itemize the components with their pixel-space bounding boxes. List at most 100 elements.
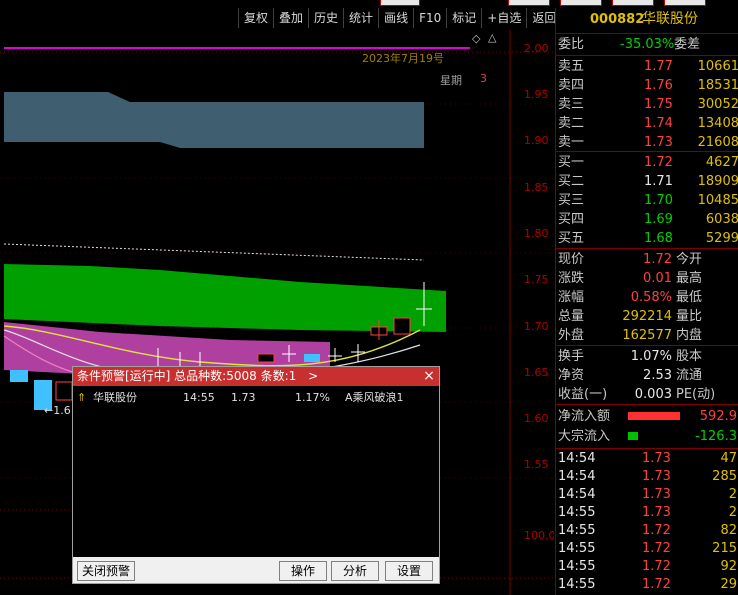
- dialog-title-arrow[interactable]: >: [308, 369, 318, 383]
- dialog-title: 条件预警[运行中] 总品种数:5008 条数:1: [77, 369, 297, 383]
- tick-volume: 92: [720, 559, 737, 574]
- tick-time: 14:55: [558, 541, 596, 556]
- bid-volume: 4627: [705, 155, 738, 170]
- stat-row: 外盘 162577 内盘: [556, 326, 738, 345]
- ask-volume: 21608: [697, 135, 738, 150]
- alert-time: 14:55: [183, 391, 215, 404]
- ask-price: 1.74: [644, 116, 673, 131]
- net-inflow-row: 净流入额 592.9: [556, 407, 738, 426]
- block-inflow-label: 大宗流入: [558, 429, 611, 444]
- alert-dialog: 条件预警[运行中] 总品种数:5008 条数:1 > × ⇑ 华联股份 14:5…: [72, 366, 440, 584]
- net-inflow-value: 592.9: [699, 409, 737, 424]
- stat-value: 1.72: [643, 252, 672, 267]
- toolbar-f10[interactable]: F10: [413, 8, 446, 28]
- toolbar-mark[interactable]: 标记: [446, 8, 481, 28]
- y-tick-label: 2.00: [524, 42, 549, 55]
- tick-volume: 215: [712, 541, 737, 556]
- ask-price: 1.77: [644, 59, 673, 74]
- tick-volume: 29: [720, 577, 737, 592]
- tick-time: 14:54: [558, 487, 596, 502]
- green-band: [4, 264, 446, 332]
- ask-label: 卖二: [558, 116, 585, 131]
- candle: [393, 317, 411, 335]
- lower-y-tick-label: 100.0: [524, 529, 554, 542]
- toolbar-overlay[interactable]: 叠加: [273, 8, 308, 28]
- ask-row: 卖二 1.74 13408: [556, 114, 738, 133]
- tick-row: 14:54 1.73 47: [556, 450, 738, 468]
- top-strip: [0, 0, 738, 8]
- triangle-up-icon[interactable]: △: [488, 31, 496, 44]
- bid-label: 买五: [558, 231, 585, 246]
- toolbar-statistics[interactable]: 统计: [343, 8, 378, 28]
- bid-price: 1.69: [644, 212, 673, 227]
- stat-label: 外盘: [558, 328, 585, 343]
- bid-price: 1.68: [644, 231, 673, 246]
- stat2-label-2: PE(动): [676, 387, 716, 402]
- close-alert-button[interactable]: 关闭预警: [77, 561, 135, 581]
- stat-label: 涨幅: [558, 290, 585, 305]
- alert-pct: 1.17%: [295, 391, 330, 404]
- ask-volume: 10661: [697, 59, 738, 74]
- y-tick-label: 1.75: [524, 273, 549, 286]
- ask-row: 卖五 1.77 10661: [556, 57, 738, 76]
- alert-row[interactable]: ⇑ 华联股份 14:55 1.73 1.17% A乘风破浪1: [73, 389, 439, 407]
- tick-row: 14:54 1.73 285: [556, 468, 738, 486]
- tick-row: 14:55 1.72 92: [556, 558, 738, 576]
- ask-label: 卖一: [558, 135, 585, 150]
- stat-label-2: 量比: [676, 309, 703, 324]
- toolbar-draw-line[interactable]: 画线: [378, 8, 413, 28]
- y-tick-label: 1.70: [524, 320, 549, 333]
- top-stub-3: [560, 0, 602, 6]
- resistance-band: [4, 92, 424, 148]
- toolbar-history[interactable]: 历史: [308, 8, 343, 28]
- stat2-value: 2.53: [643, 368, 672, 383]
- top-stub-4: [612, 0, 654, 6]
- dashed-ma-line: [3, 243, 425, 261]
- tick-time: 14:54: [558, 469, 596, 484]
- close-icon[interactable]: ×: [422, 369, 436, 383]
- y-tick-label: 1.80: [524, 227, 549, 240]
- alert-price: 1.73: [231, 391, 256, 404]
- tick-volume: 82: [720, 523, 737, 538]
- tick-row: 14:55 1.73 2: [556, 504, 738, 522]
- net-inflow-bar: [628, 412, 680, 420]
- ask-price: 1.75: [644, 97, 673, 112]
- toolbar-add-watchlist[interactable]: +自选: [481, 8, 526, 28]
- ask-row: 卖一 1.73 21608: [556, 133, 738, 152]
- stat-label-2: 最低: [676, 290, 703, 305]
- y-tick-label: 1.95: [524, 88, 549, 101]
- toolbar-restore-rights[interactable]: 复权: [238, 8, 273, 28]
- bid-volume: 6038: [705, 212, 738, 227]
- tick-price: 1.72: [642, 523, 671, 538]
- bid-label: 买一: [558, 155, 585, 170]
- alert-up-icon: ⇑: [77, 391, 87, 404]
- bid-label: 买三: [558, 193, 585, 208]
- tick-volume: 2: [728, 505, 737, 520]
- alert-stock-name: 华联股份: [93, 391, 137, 404]
- ask-label: 卖四: [558, 78, 585, 93]
- stat2-label: 净资: [558, 368, 585, 383]
- analyze-button[interactable]: 分析: [331, 561, 379, 581]
- stat-label: 涨跌: [558, 271, 585, 286]
- bid-label: 买二: [558, 174, 585, 189]
- top-stub-1: [380, 0, 420, 6]
- weekday-label: 星期: [440, 74, 462, 87]
- block-inflow-bar: [628, 432, 638, 440]
- stat2-label: 收益(一): [558, 387, 608, 402]
- diamond-icon[interactable]: ◇: [472, 32, 480, 45]
- stat-row: 涨幅 0.58% 最低: [556, 288, 738, 307]
- dialog-title-bar[interactable]: 条件预警[运行中] 总品种数:5008 条数:1 >: [73, 367, 439, 386]
- ask-row: 卖四 1.76 18531: [556, 76, 738, 95]
- net-inflow-label: 净流入额: [558, 409, 611, 424]
- tick-time: 14:54: [558, 451, 596, 466]
- settings-button[interactable]: 设置: [385, 561, 433, 581]
- candle: [304, 354, 320, 362]
- weekday-value: 3: [480, 72, 487, 85]
- operate-button[interactable]: 操作: [279, 561, 327, 581]
- bid-row: 买五 1.68 5299: [556, 229, 738, 248]
- ask-row: 卖三 1.75 30052: [556, 95, 738, 114]
- stat-label: 现价: [558, 252, 585, 267]
- y-tick-label: 1.90: [524, 134, 549, 147]
- bid-price: 1.71: [644, 174, 673, 189]
- stat2-row: 收益(一) 0.003 PE(动): [556, 385, 738, 404]
